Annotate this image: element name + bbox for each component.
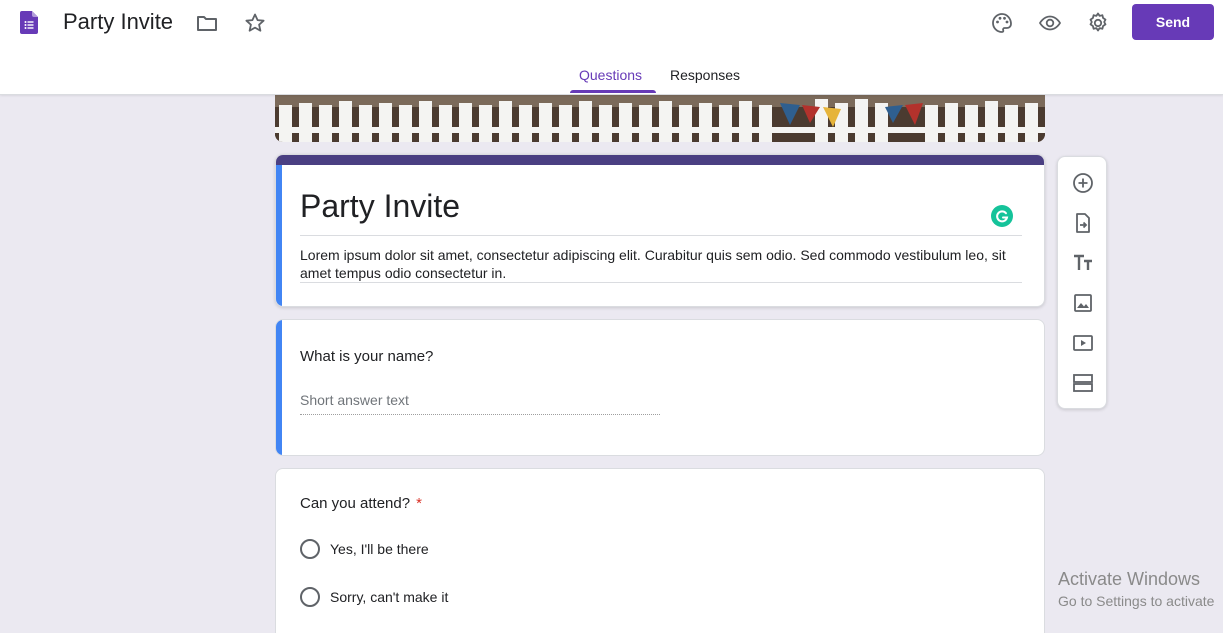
header-banner-image xyxy=(275,95,1045,142)
add-image-icon[interactable] xyxy=(1071,291,1095,315)
watermark-title: Activate Windows xyxy=(1058,569,1201,589)
title-divider xyxy=(300,235,1022,236)
import-questions-icon[interactable] xyxy=(1071,211,1095,235)
form-title[interactable]: Party Invite xyxy=(300,188,460,225)
question-title: Can you attend? * xyxy=(300,495,422,512)
top-app-bar: Party Invite Send Questions Responses xyxy=(0,0,1223,95)
add-title-icon[interactable] xyxy=(1071,251,1095,275)
active-tab-indicator xyxy=(570,90,656,93)
star-icon[interactable] xyxy=(240,8,270,38)
active-card-indicator xyxy=(276,165,282,306)
radio-button[interactable] xyxy=(300,587,320,607)
folder-icon[interactable] xyxy=(192,8,222,38)
document-title[interactable]: Party Invite xyxy=(63,9,173,35)
add-question-icon[interactable] xyxy=(1071,171,1095,195)
form-title-card[interactable]: Party Invite Lorem ipsum dolor sit amet,… xyxy=(275,154,1045,307)
option-label: Yes, I'll be there xyxy=(330,541,429,557)
radio-option-yes[interactable]: Yes, I'll be there xyxy=(300,538,429,560)
option-label: Sorry, can't make it xyxy=(330,589,449,605)
radio-button[interactable] xyxy=(300,539,320,559)
question-title-text: Can you attend? xyxy=(300,495,411,512)
floating-toolbar xyxy=(1057,156,1107,409)
short-answer-input[interactable]: Short answer text xyxy=(300,392,660,415)
question-card-name[interactable]: What is your name? Short answer text xyxy=(275,319,1045,456)
eye-icon[interactable] xyxy=(1035,8,1065,38)
add-section-icon[interactable] xyxy=(1071,371,1095,395)
activate-windows-watermark: Activate Windows Go to Settings to activ… xyxy=(1058,569,1214,609)
radio-option-no[interactable]: Sorry, can't make it xyxy=(300,586,448,608)
theme-color-bar xyxy=(276,155,1044,165)
add-video-icon[interactable] xyxy=(1071,331,1095,355)
send-button[interactable]: Send xyxy=(1132,4,1214,40)
form-description[interactable]: Lorem ipsum dolor sit amet, consectetur … xyxy=(300,246,1022,282)
tab-responses[interactable]: Responses xyxy=(670,67,740,83)
palette-icon[interactable] xyxy=(987,8,1017,38)
active-card-indicator xyxy=(276,320,282,455)
question-card-attend[interactable]: Can you attend? * Yes, I'll be there Sorr… xyxy=(275,468,1045,633)
watermark-subtitle: Go to Settings to activate xyxy=(1058,593,1215,609)
tab-questions[interactable]: Questions xyxy=(579,67,642,83)
grammarly-icon[interactable] xyxy=(991,205,1013,227)
required-asterisk: * xyxy=(416,495,422,512)
question-title: What is your name? xyxy=(300,348,434,365)
description-underline xyxy=(300,282,1022,283)
gear-icon[interactable] xyxy=(1083,8,1113,38)
forms-app-icon[interactable] xyxy=(20,11,38,34)
